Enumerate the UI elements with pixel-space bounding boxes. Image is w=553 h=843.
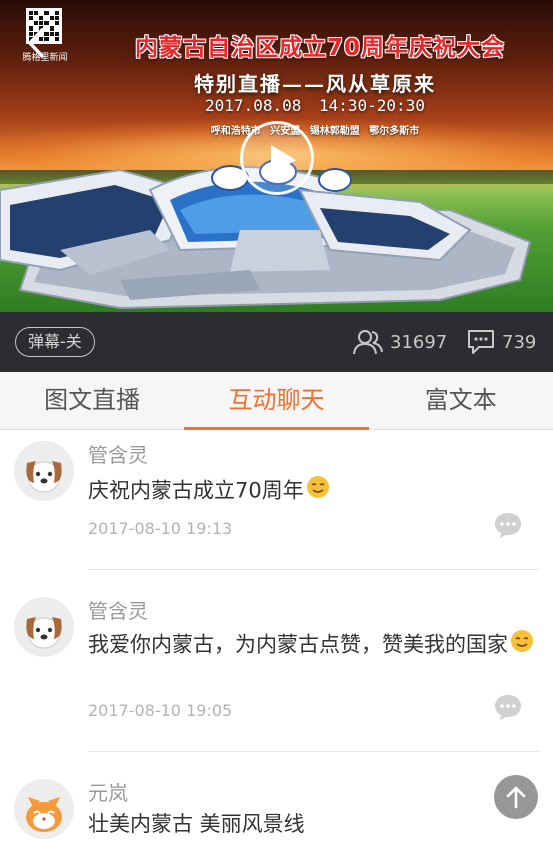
dog-avatar-icon	[14, 597, 74, 657]
event-cities: 呼和浩特市 兴安盟 锡林郭勒盟 鄂尔多斯市	[210, 126, 420, 137]
play-button[interactable]	[240, 121, 314, 195]
comment-body: 庆祝内蒙古成立70周年	[88, 478, 304, 503]
avatar[interactable]	[14, 779, 74, 839]
divider	[88, 569, 539, 570]
smile-emoji-icon	[306, 475, 330, 508]
divider	[88, 751, 539, 752]
comment-text: 壮美内蒙古 美丽风景线	[88, 809, 538, 840]
tab-rich-text[interactable]: 富文本	[369, 372, 553, 429]
comment-author: 管含灵	[88, 443, 148, 467]
tab-live-text[interactable]: 图文直播	[0, 372, 184, 429]
avatar[interactable]	[14, 597, 74, 657]
comment-text: 庆祝内蒙古成立70周年	[88, 475, 538, 508]
event-subtitle: 特别直播——风从草原来	[194, 72, 436, 96]
comment-count[interactable]: 739	[466, 327, 536, 357]
dog-avatar-icon	[14, 441, 74, 501]
comment-text: 我爱你内蒙古，为内蒙古点赞，赞美我的国家	[88, 629, 538, 662]
video-banner[interactable]: 腾格里新闻 内蒙古自治区成立70周年庆祝大会 特别直播——风从草原来 2017.…	[0, 0, 553, 312]
comment-timestamp: 2017-08-10 19:13	[88, 519, 233, 538]
people-icon	[353, 330, 383, 355]
tab-interactive-chat[interactable]: 互动聊天	[184, 372, 369, 430]
event-title: 内蒙古自治区成立70周年庆祝大会	[134, 35, 505, 61]
comment-body: 我爱你内蒙古，为内蒙古点赞，赞美我的国家	[88, 632, 508, 657]
tab-bar: 图文直播 互动聊天 富文本	[0, 372, 553, 430]
smile-emoji-icon	[510, 629, 534, 662]
comment-author: 管含灵	[88, 599, 148, 623]
comment-bubble-icon	[468, 330, 494, 354]
comment-body: 壮美内蒙古 美丽风景线	[88, 812, 305, 836]
cat-avatar-icon	[14, 779, 74, 839]
comment-timestamp: 2017-08-10 19:05	[88, 701, 233, 720]
danmu-toggle-button[interactable]: 弹幕-关	[15, 327, 95, 357]
chat-feed[interactable]: 管含灵 庆祝内蒙古成立70周年 2017-08-10 19:13 管含灵 我爱你	[0, 431, 553, 843]
viewer-count-value: 31697	[390, 331, 448, 353]
viewer-count: 31697	[352, 327, 447, 357]
back-button[interactable]	[22, 26, 52, 60]
scroll-to-top-button[interactable]	[494, 775, 538, 819]
video-stats-bar: 弹幕-关 31697 739	[0, 312, 553, 372]
comment-author: 元岚	[88, 781, 128, 805]
chevron-left-icon	[28, 28, 44, 58]
avatar[interactable]	[14, 441, 74, 501]
comment-bubble-icon	[495, 513, 521, 538]
reply-button[interactable]	[493, 693, 523, 721]
arrow-up-icon	[506, 786, 526, 809]
play-icon	[271, 145, 296, 175]
comment-bubble-icon	[495, 695, 521, 720]
comment-count-value: 739	[502, 331, 537, 353]
reply-button[interactable]	[493, 511, 523, 539]
event-datetime: 2017.08.08 14:30-20:30	[205, 96, 425, 115]
